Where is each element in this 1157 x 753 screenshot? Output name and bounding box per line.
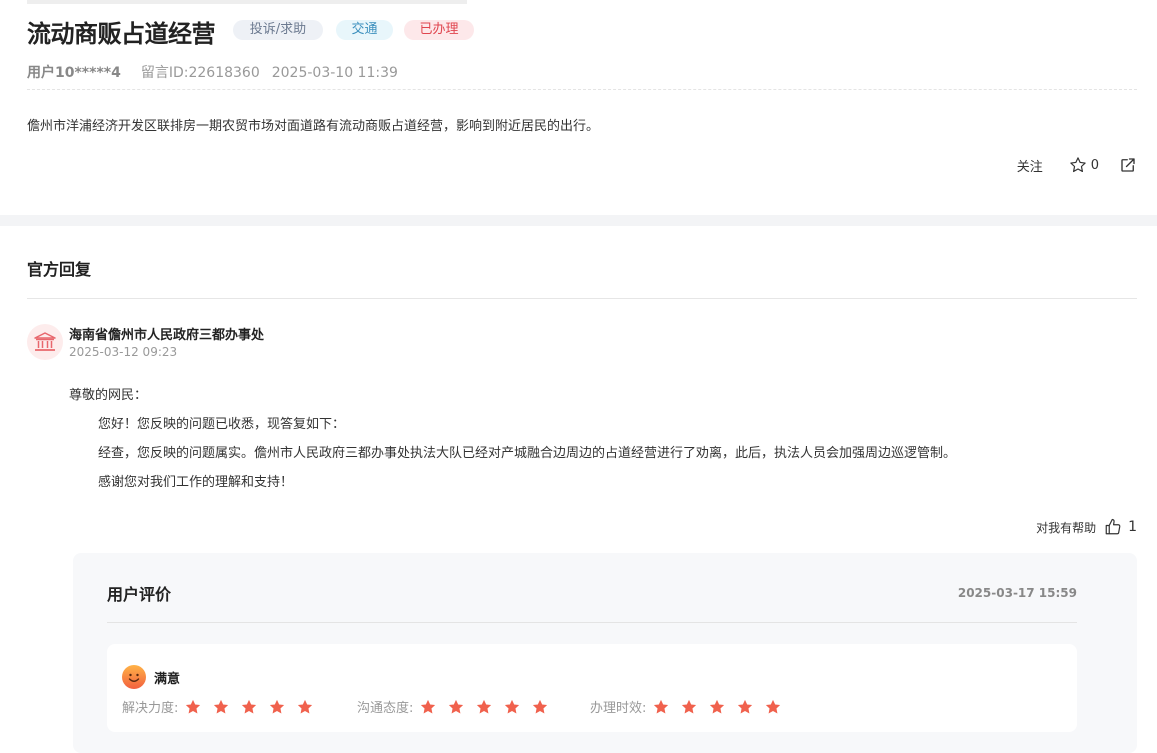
star-icon xyxy=(298,699,313,713)
helpful-button[interactable]: 对我有帮助 1 xyxy=(1036,517,1137,537)
star-outline-icon xyxy=(1069,157,1086,173)
rating-label: 解决力度: xyxy=(122,701,179,716)
evaluation-time: 2025-03-17 15:59 xyxy=(957,586,1077,600)
star-rating xyxy=(419,698,559,716)
top-bar xyxy=(27,0,467,4)
reply-section-title: 官方回复 xyxy=(27,260,92,279)
star-icon xyxy=(533,699,548,713)
page-title: 流动商贩占道经营 xyxy=(27,20,216,48)
rating-label: 沟通态度: xyxy=(357,701,414,716)
evaluation-card: 满意 解决力度: 沟通态度: 办理时效: xyxy=(107,644,1077,732)
follow-button[interactable]: 关注 xyxy=(1017,156,1043,175)
smiley-icon xyxy=(122,665,146,689)
star-rating xyxy=(184,698,324,716)
message-id: 留言ID:22618360 xyxy=(140,65,260,81)
satisfaction: 满意 xyxy=(122,665,180,689)
reply-paragraph: 经查，您反映的问题属实。儋州市人民政府三都办事处执法大队已经对产城融合边周边的占… xyxy=(98,446,957,461)
favorite-button[interactable]: 0 xyxy=(1069,156,1099,174)
divider xyxy=(27,89,1137,90)
post-user: 用户10*****4 xyxy=(27,65,121,81)
thumbs-up-icon xyxy=(1105,518,1121,535)
divider xyxy=(27,298,1137,299)
section-separator xyxy=(0,215,1157,226)
helpful-count: 1 xyxy=(1128,519,1137,535)
post-content: 儋州市洋浦经济开发区联排房一期农贸市场对面道路有流动商贩占道经营，影响到附近居民… xyxy=(27,119,600,134)
share-icon xyxy=(1121,158,1135,172)
star-icon xyxy=(214,699,229,713)
rating-communication: 沟通态度: xyxy=(357,697,559,716)
post-actions: 关注 0 xyxy=(1017,154,1137,176)
reply-paragraph: 感谢您对我们工作的理解和支持！ xyxy=(98,475,294,490)
government-building-icon xyxy=(34,332,56,351)
post-datetime: 2025-03-10 11:39 xyxy=(271,65,398,81)
star-icon xyxy=(738,699,753,713)
post-meta: 用户10*****4 留言ID:22618360 2025-03-10 11:39 xyxy=(27,62,398,82)
star-icon xyxy=(421,699,436,713)
rating-resolution: 解决力度: xyxy=(122,697,324,716)
star-icon xyxy=(270,699,285,713)
star-icon xyxy=(477,699,492,713)
evaluation-title: 用户评价 xyxy=(107,585,172,604)
star-icon xyxy=(654,699,669,713)
divider xyxy=(107,622,1077,623)
helpful-label: 对我有帮助 xyxy=(1036,520,1097,535)
rating-timeliness: 办理时效: xyxy=(590,697,792,716)
star-icon xyxy=(682,699,697,713)
reply-time: 2025-03-12 09:23 xyxy=(69,345,178,359)
star-icon xyxy=(186,699,201,713)
share-button[interactable] xyxy=(1119,156,1137,174)
rating-label: 办理时效: xyxy=(590,701,647,716)
status-badge: 已办理 xyxy=(404,20,474,40)
star-icon xyxy=(766,699,781,713)
reply-paragraph: 您好！您反映的问题已收悉，现答复如下： xyxy=(98,417,346,432)
star-icon xyxy=(505,699,520,713)
satisfaction-label: 满意 xyxy=(154,671,181,687)
category-tag: 投诉/求助 xyxy=(233,20,323,40)
star-rating xyxy=(652,698,792,716)
star-icon xyxy=(449,699,464,713)
reply-body: 尊敬的网民： 您好！您反映的问题已收悉，现答复如下： 经查，您反映的问题属实。儋… xyxy=(69,381,956,497)
star-icon xyxy=(710,699,725,713)
avatar xyxy=(27,324,63,360)
department-name: 海南省儋州市人民政府三都办事处 xyxy=(69,328,265,343)
field-tag: 交通 xyxy=(336,20,393,40)
reply-greeting: 尊敬的网民： xyxy=(69,388,148,403)
evaluation-panel: 用户评价 2025-03-17 15:59 满意 解决力度: 沟通态度: 办理时… xyxy=(73,553,1137,753)
star-icon xyxy=(242,699,257,713)
favorite-count: 0 xyxy=(1090,157,1099,173)
